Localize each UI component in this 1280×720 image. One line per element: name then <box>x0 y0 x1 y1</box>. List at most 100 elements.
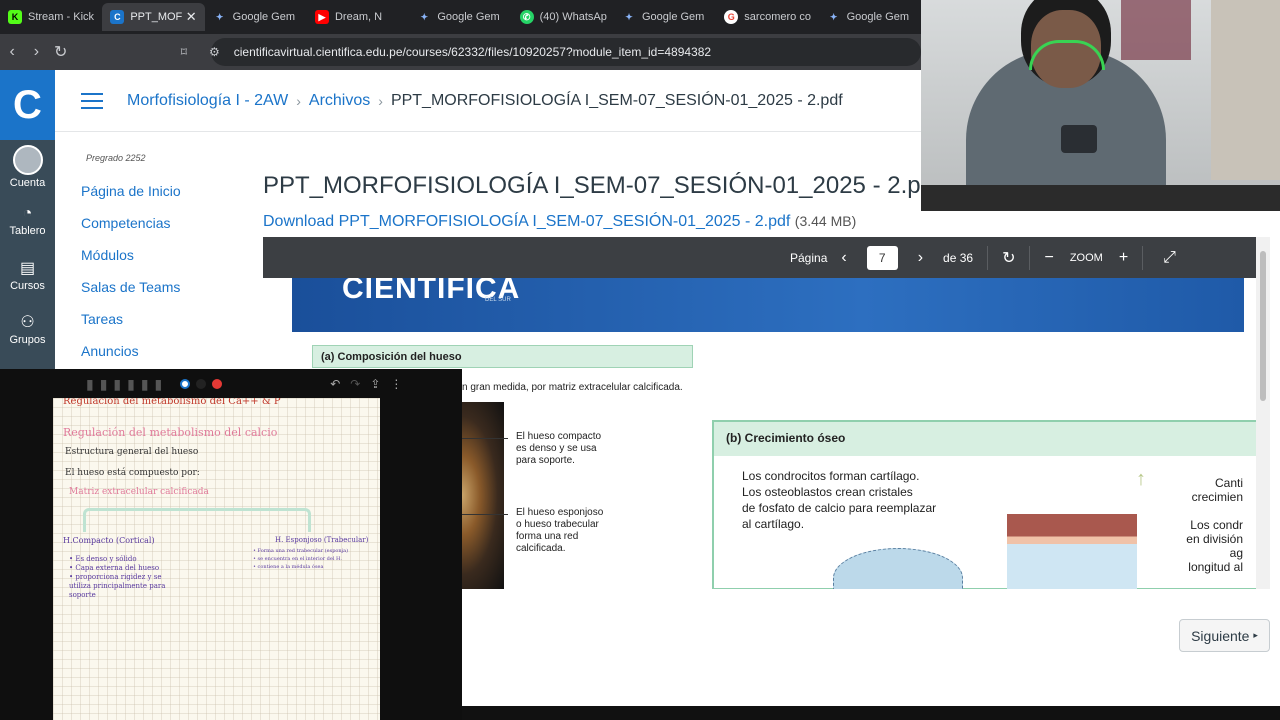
note-line: Estructura general del hueso <box>65 447 199 457</box>
tab-google[interactable]: Gsarcomero co <box>716 3 818 31</box>
bookmark-icon[interactable]: ⌑ <box>181 45 187 59</box>
rail-item-cursos[interactable]: ▤ Cursos <box>0 248 55 302</box>
label-line: o hueso trabecular <box>516 519 599 530</box>
hamburger-menu-icon[interactable] <box>81 92 103 109</box>
reload-icon[interactable]: ↻ <box>49 42 73 62</box>
whatsapp-icon: ✆ <box>519 10 534 24</box>
note-line: • Capa externa del hueso <box>69 564 160 572</box>
browser-tab-strip: K Stream - Kick C PPT_MOF ✕ ✦ Google Gem ▶ Dr… <box>0 0 921 34</box>
download-link-text[interactable]: Download PPT_MORFOFISIOLOGÍA I_SEM-07_SE… <box>263 213 790 230</box>
gemini-icon: ✦ <box>215 11 224 22</box>
wall-shelf <box>1121 0 1191 60</box>
color-black-icon[interactable] <box>196 379 207 389</box>
slide-banner: CIENTIFICA DEL SUR <box>292 278 1244 332</box>
rail-item-cuenta[interactable]: Cuenta <box>0 140 55 194</box>
notes-toolbar: ▮▮▮▮▮▮ ↶ ↷ ⇪ ⋮ <box>0 369 462 399</box>
tab-canvas-pdf[interactable]: C PPT_MOF ✕ <box>102 3 205 31</box>
spongy-bone-label: El hueso esponjoso o hueso trabecular fo… <box>516 507 603 555</box>
scrollbar-thumb[interactable] <box>1260 251 1266 401</box>
global-nav-rail: C Cuenta ◔ Tablero ▤ Cursos ⚇ Grupos <box>0 70 55 370</box>
bone-image <box>462 402 504 589</box>
note-line: • Forma una red trabecular (esponja) <box>253 548 349 554</box>
divider <box>1029 245 1031 270</box>
note-line: El hueso está compuesto por: <box>65 468 200 478</box>
url-field[interactable]: ⌑ ⚙ cientificavirtual.cientifica.edu.pe/… <box>181 38 921 66</box>
pdf-scrollbar[interactable] <box>1256 237 1270 589</box>
course-nav-item[interactable]: Módulos <box>81 247 181 279</box>
tab-whatsapp[interactable]: ✆ (40) WhatsAp <box>512 3 614 31</box>
zoom-in-icon[interactable]: + <box>1119 249 1128 267</box>
tab-gemini[interactable]: ✦ Google Gem <box>205 3 307 31</box>
share-icon[interactable]: ⇪ <box>370 377 380 391</box>
zoom-label: ZOOM <box>1069 251 1103 264</box>
page-title: PPT_MORFOFISIOLOGÍA I_SEM-07_SESIÓN-01_2… <box>263 172 921 199</box>
course-nav-item[interactable]: Competencias <box>81 215 181 247</box>
handwritten-note-page[interactable]: Regulación del metabolismo del Ca++ & P … <box>53 398 380 720</box>
chevron-right-icon: › <box>378 92 383 109</box>
url-text: cientificavirtual.cientifica.edu.pe/cour… <box>233 45 712 59</box>
brand-sub: DEL SUR <box>485 297 511 303</box>
phone <box>1061 125 1097 153</box>
more-options-icon[interactable]: ⋮ <box>390 377 402 391</box>
fullscreen-icon[interactable]: ⤢ <box>1163 249 1176 267</box>
label-line: El hueso esponjoso <box>516 507 604 518</box>
breadcrumb: Morfofisiología I - 2AW › Archivos › PPT… <box>127 92 843 110</box>
desk <box>921 185 1280 211</box>
canvas-logo-icon[interactable]: C <box>0 70 55 140</box>
next-button[interactable]: Siguiente ▸ <box>1179 619 1270 652</box>
site-info-icon[interactable]: ⚙ <box>209 45 220 59</box>
course-nav-item[interactable]: Página de Inicio <box>81 183 181 215</box>
zoom-out-icon[interactable]: − <box>1044 249 1053 267</box>
label-line: es denso y se usa <box>516 443 597 454</box>
close-tab-icon[interactable]: ✕ <box>186 9 197 25</box>
breadcrumb-archivos[interactable]: Archivos <box>309 92 370 110</box>
page-total: de 36 <box>943 250 974 265</box>
note-line: • contiene a la médula ósea <box>253 564 324 570</box>
caret-right-icon: ▸ <box>1253 630 1258 640</box>
prev-page-icon[interactable]: ‹ <box>841 249 846 267</box>
google-icon: G <box>724 10 739 24</box>
webcam-overlay <box>921 0 1280 211</box>
tab-gemini[interactable]: ✦ Google Gem <box>409 3 511 31</box>
text-line: Los condr <box>1190 518 1243 532</box>
tab-gemini[interactable]: ✦ Google Gem <box>819 3 921 31</box>
breadcrumb-course[interactable]: Morfofisiología I - 2AW <box>127 92 288 110</box>
course-nav: Página de Inicio Competencias Módulos Sa… <box>81 183 181 375</box>
color-white-icon[interactable] <box>180 379 191 389</box>
note-line: • Es denso y sólido <box>69 555 137 563</box>
page-label: Página <box>790 250 828 265</box>
label-line: para soporte. <box>516 455 575 466</box>
screen-bottom-edge <box>462 706 1280 720</box>
undo-icon[interactable]: ↶ <box>330 377 340 391</box>
rail-item-tablero[interactable]: ◔ Tablero <box>0 194 55 248</box>
text-line: de fosfato de calcio para reemplazar <box>742 501 937 515</box>
text-line: crecimien <box>1191 490 1243 504</box>
course-nav-item[interactable]: Salas de Teams <box>81 279 181 311</box>
text-line: Canti <box>1214 476 1243 490</box>
gemini-icon: ✦ <box>829 11 838 22</box>
divider <box>1142 245 1144 270</box>
gemini-icon: ✦ <box>625 11 633 22</box>
rotate-icon[interactable]: ↻ <box>1002 248 1015 268</box>
color-red-icon[interactable] <box>212 379 223 389</box>
note-heading-partial: Regulación del metabolismo del Ca++ & P <box>63 398 281 407</box>
tab-youtube[interactable]: ▶ Dream, N <box>307 3 409 31</box>
redo-icon[interactable]: ↷ <box>350 377 360 391</box>
forward-icon[interactable]: › <box>24 43 48 61</box>
download-link[interactable]: Download PPT_MORFOFISIOLOGÍA I_SEM-07_SE… <box>263 213 856 231</box>
page-number-input[interactable]: 7 <box>866 245 898 270</box>
notes-app-window: ▮▮▮▮▮▮ ↶ ↷ ⇪ ⋮ Regulación del metabolism… <box>0 369 462 720</box>
spongy-heading: H. Esponjoso (Trabecular) <box>275 536 369 544</box>
growth-text: Los condrocitos forman cartílago. Los os… <box>742 468 936 532</box>
course-term-label: Pregrado 2252 <box>86 153 146 163</box>
course-nav-item[interactable]: Tareas <box>81 311 181 343</box>
back-icon[interactable]: ‹ <box>0 43 24 61</box>
rail-item-grupos[interactable]: ⚇ Grupos <box>0 302 55 356</box>
tab-kick[interactable]: K Stream - Kick <box>0 3 102 31</box>
next-page-icon[interactable]: › <box>918 249 923 267</box>
pen-tools-icon[interactable]: ▮▮▮▮▮▮ <box>86 376 168 393</box>
tab-gemini[interactable]: ✦ Google Gem <box>614 3 716 31</box>
address-bar: ‹ › ↻ ⌑ ⚙ cientificavirtual.cientifica.e… <box>0 34 921 70</box>
course-header: Morfofisiología I - 2AW › Archivos › PPT… <box>55 70 921 132</box>
youtube-icon: ▶ <box>314 10 329 24</box>
